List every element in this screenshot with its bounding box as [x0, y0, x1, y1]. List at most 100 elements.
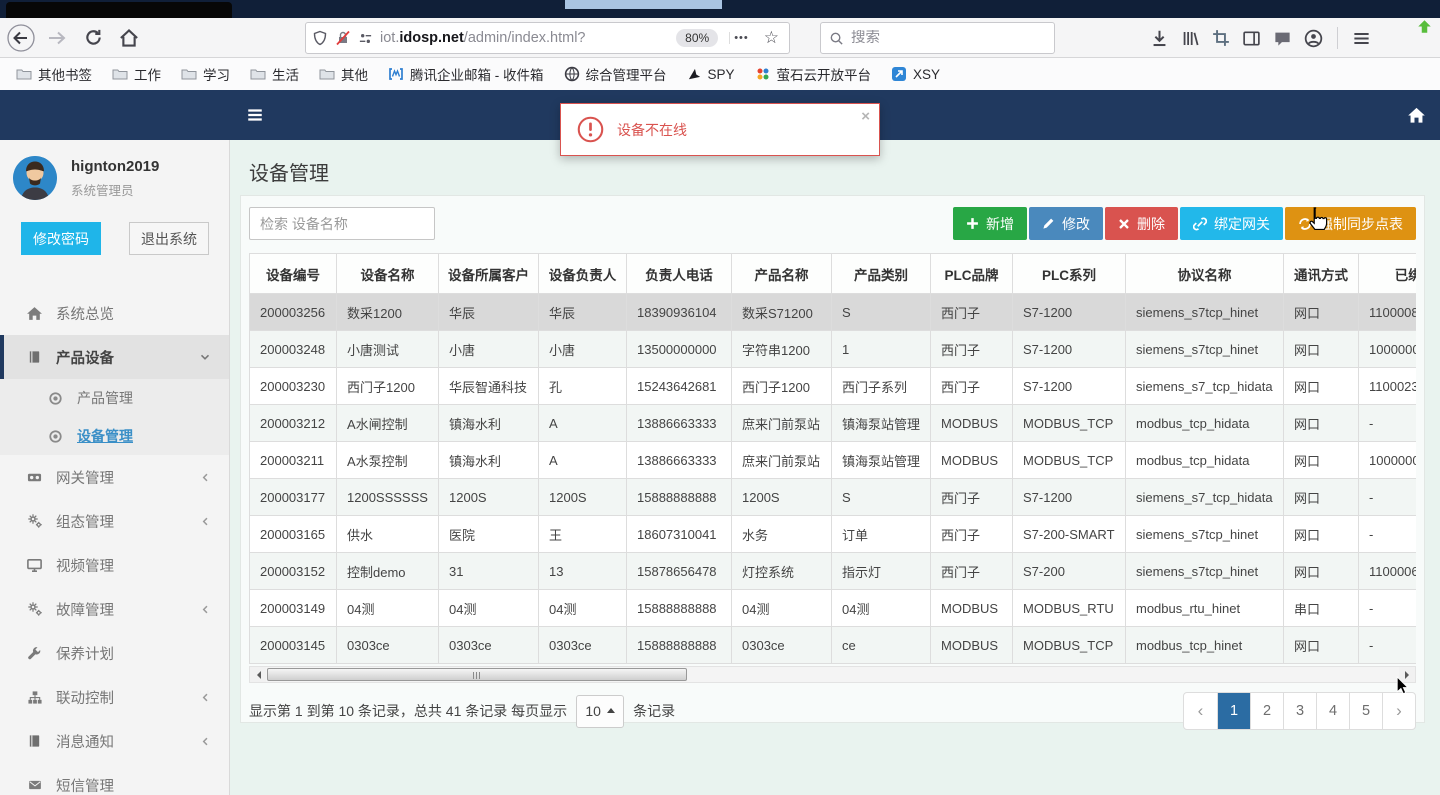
forward-button[interactable]	[42, 23, 72, 53]
avatar[interactable]	[13, 156, 57, 200]
bookmark-mgmt-platform[interactable]: 综合管理平台	[556, 61, 675, 87]
page-button-1[interactable]: 1	[1217, 693, 1250, 729]
column-header[interactable]: 已绑定网关	[1358, 253, 1416, 294]
page-button-5[interactable]: 5	[1349, 693, 1382, 729]
shield-icon[interactable]	[312, 30, 328, 46]
table-cell: 200003145	[249, 626, 337, 664]
reload-button[interactable]	[78, 23, 108, 53]
table-row[interactable]: 200003177 1200SSSSSS 1200S 1200S 15888888888…	[249, 478, 1416, 516]
bookmark-tencent-mail[interactable]: 腾讯企业邮箱 - 收件箱	[380, 61, 552, 87]
alert-close-icon[interactable]: ×	[861, 108, 870, 125]
sidebar-item-video-mgmt[interactable]: 视频管理	[0, 543, 229, 587]
back-button[interactable]	[6, 23, 36, 53]
table-cell: 1100006	[1358, 552, 1416, 590]
bookmark-ys7-open-platform[interactable]: 萤石云开放平台	[747, 61, 880, 87]
alert-exclamation-icon	[577, 116, 604, 143]
bookmark-study[interactable]: 学习	[173, 61, 238, 87]
device-search-input[interactable]	[249, 207, 435, 240]
browser-search-bar[interactable]	[820, 22, 1055, 54]
column-header[interactable]: 产品类别	[831, 253, 931, 294]
table-cell: MODBUS_RTU	[1012, 589, 1126, 627]
insecure-lock-icon[interactable]	[335, 30, 351, 46]
column-header[interactable]: 负责人电话	[626, 253, 732, 294]
table-row[interactable]: 200003212 A水闸控制 镇海水利 A 13886663333 庶来门前泵站 镇海泵站…	[249, 404, 1416, 442]
horizontal-scrollbar[interactable]	[249, 666, 1416, 683]
menu-hamburger-icon[interactable]	[1352, 29, 1371, 48]
sidebar-item-device-mgmt[interactable]: 设备管理	[0, 417, 229, 455]
sidebar-item-fault-mgmt[interactable]: 故障管理	[0, 587, 229, 631]
sidebar-item-linkage-control[interactable]: 联动控制	[0, 675, 229, 719]
bookmark-misc[interactable]: 其他	[311, 61, 376, 87]
chevron-left-icon	[199, 736, 211, 747]
sidebar-item-gateway-mgmt[interactable]: 网关管理	[0, 455, 229, 499]
sidebar-item-system-overview[interactable]: 系统总览	[0, 291, 229, 335]
table-cell: 供水	[336, 515, 439, 553]
column-header[interactable]: 设备负责人	[538, 253, 627, 294]
table-cell: 小唐测试	[336, 330, 439, 368]
screenshot-icon[interactable]	[1212, 29, 1230, 47]
column-header[interactable]: 设备所属客户	[438, 253, 539, 294]
sidebar-item-config-mgmt[interactable]: 组态管理	[0, 499, 229, 543]
action-button-edit[interactable]: 修改	[1029, 207, 1103, 240]
sidebar-item-sms-mgmt[interactable]: 短信管理	[0, 763, 229, 795]
sidebar-toggle-icon[interactable]	[243, 103, 267, 127]
page-button-4[interactable]: 4	[1316, 693, 1349, 729]
browser-search-input[interactable]	[851, 30, 1046, 46]
scrollbar-thumb[interactable]	[267, 668, 687, 681]
table-row[interactable]: 200003230 西门子1200 华辰智通科技孔 15243642681 西门子120…	[249, 367, 1416, 405]
column-header[interactable]: PLC品牌	[930, 253, 1013, 294]
page-size-select[interactable]: 10	[576, 694, 625, 728]
permissions-icon[interactable]	[358, 31, 373, 46]
column-header[interactable]: PLC系列	[1012, 253, 1126, 294]
table-cell: 15888888888	[626, 589, 732, 627]
active-tab[interactable]	[6, 2, 232, 18]
page-actions-icon[interactable]: •••	[729, 32, 753, 44]
table-row[interactable]: 200003149 04测 04测 04测 15888888888 04测 04测 MODBU…	[249, 589, 1416, 627]
action-button-add[interactable]: 新增	[953, 207, 1027, 240]
sidebar-item-product-mgmt[interactable]: 产品管理	[0, 379, 229, 417]
sidebar-item-message-notify[interactable]: 消息通知	[0, 719, 229, 763]
bookmark-spy[interactable]: SPY	[679, 64, 743, 85]
zoom-level-badge[interactable]: 80%	[676, 29, 719, 47]
table-row[interactable]: 200003256 数采1200 华辰 华辰 18390936104 数采S71200 S 西…	[249, 293, 1416, 331]
page-button-3[interactable]: 3	[1283, 693, 1316, 729]
globe-icon	[564, 66, 580, 82]
action-button-bind-gateway[interactable]: 绑定网关	[1180, 207, 1283, 240]
browser-home-button[interactable]	[114, 23, 144, 53]
table-row[interactable]: 200003165 供水 医院王 18607310041 水务 订单 西门子 S7-200-S…	[249, 515, 1416, 553]
table-cell: 200003212	[249, 404, 337, 442]
scroll-left-arrow[interactable]	[250, 667, 266, 682]
table-row[interactable]: 200003152 控制demo 31 13 15878656478 灯控系统 指示灯 西门子…	[249, 552, 1416, 590]
table-row[interactable]: 200003248 小唐测试 小唐 小唐 13500000000 字符串1200 1 西门子 S…	[249, 330, 1416, 368]
downloads-icon[interactable]	[1150, 29, 1169, 48]
bookmark-star-icon[interactable]: ☆	[760, 28, 783, 48]
column-header[interactable]: 协议名称	[1125, 253, 1284, 294]
table-cell: 1200SSSSSS	[336, 478, 439, 516]
sidebar-item-maintenance-plan[interactable]: 保养计划	[0, 631, 229, 675]
action-button-delete[interactable]: 删除	[1105, 207, 1178, 240]
bookmark-other-bookmarks[interactable]: 其他书签	[8, 61, 100, 87]
sidebars-icon[interactable]	[1242, 29, 1261, 48]
bookmark-work[interactable]: 工作	[104, 61, 169, 87]
column-header[interactable]: 产品名称	[731, 253, 832, 294]
account-icon[interactable]	[1304, 29, 1323, 48]
table-row[interactable]: 200003211 A水泵控制 镇海水利 A 13886663333 庶来门前泵站 镇海泵站…	[249, 441, 1416, 479]
page-button-2[interactable]: 2	[1250, 693, 1283, 729]
column-header[interactable]: 通讯方式	[1283, 253, 1359, 294]
bookmark-life[interactable]: 生活	[242, 61, 307, 87]
bookmark-xsy[interactable]: XSY	[883, 63, 948, 85]
page-prev-button[interactable]: ‹	[1184, 693, 1217, 729]
app-home-icon[interactable]	[1404, 103, 1428, 127]
library-icon[interactable]	[1181, 29, 1200, 48]
sidebar-item-product-device[interactable]: 产品设备	[0, 335, 229, 379]
change-password-button[interactable]: 修改密码	[21, 222, 101, 255]
table-cell: 西门子	[930, 478, 1013, 516]
table-cell: 网口	[1283, 552, 1359, 590]
logout-button[interactable]: 退出系统	[129, 222, 209, 255]
table-row[interactable]: 200003145 0303ce 0303ce 0303ce 15888888888 03…	[249, 626, 1416, 664]
chat-bubble-icon[interactable]	[1273, 29, 1292, 48]
column-header[interactable]: 设备编号	[249, 253, 337, 294]
url-bar[interactable]: iot.idosp.net/admin/index.html? 80% ••• …	[305, 22, 790, 54]
column-header[interactable]: 设备名称	[336, 253, 439, 294]
action-button-force-sync-points[interactable]: 强制同步点表	[1285, 207, 1416, 240]
